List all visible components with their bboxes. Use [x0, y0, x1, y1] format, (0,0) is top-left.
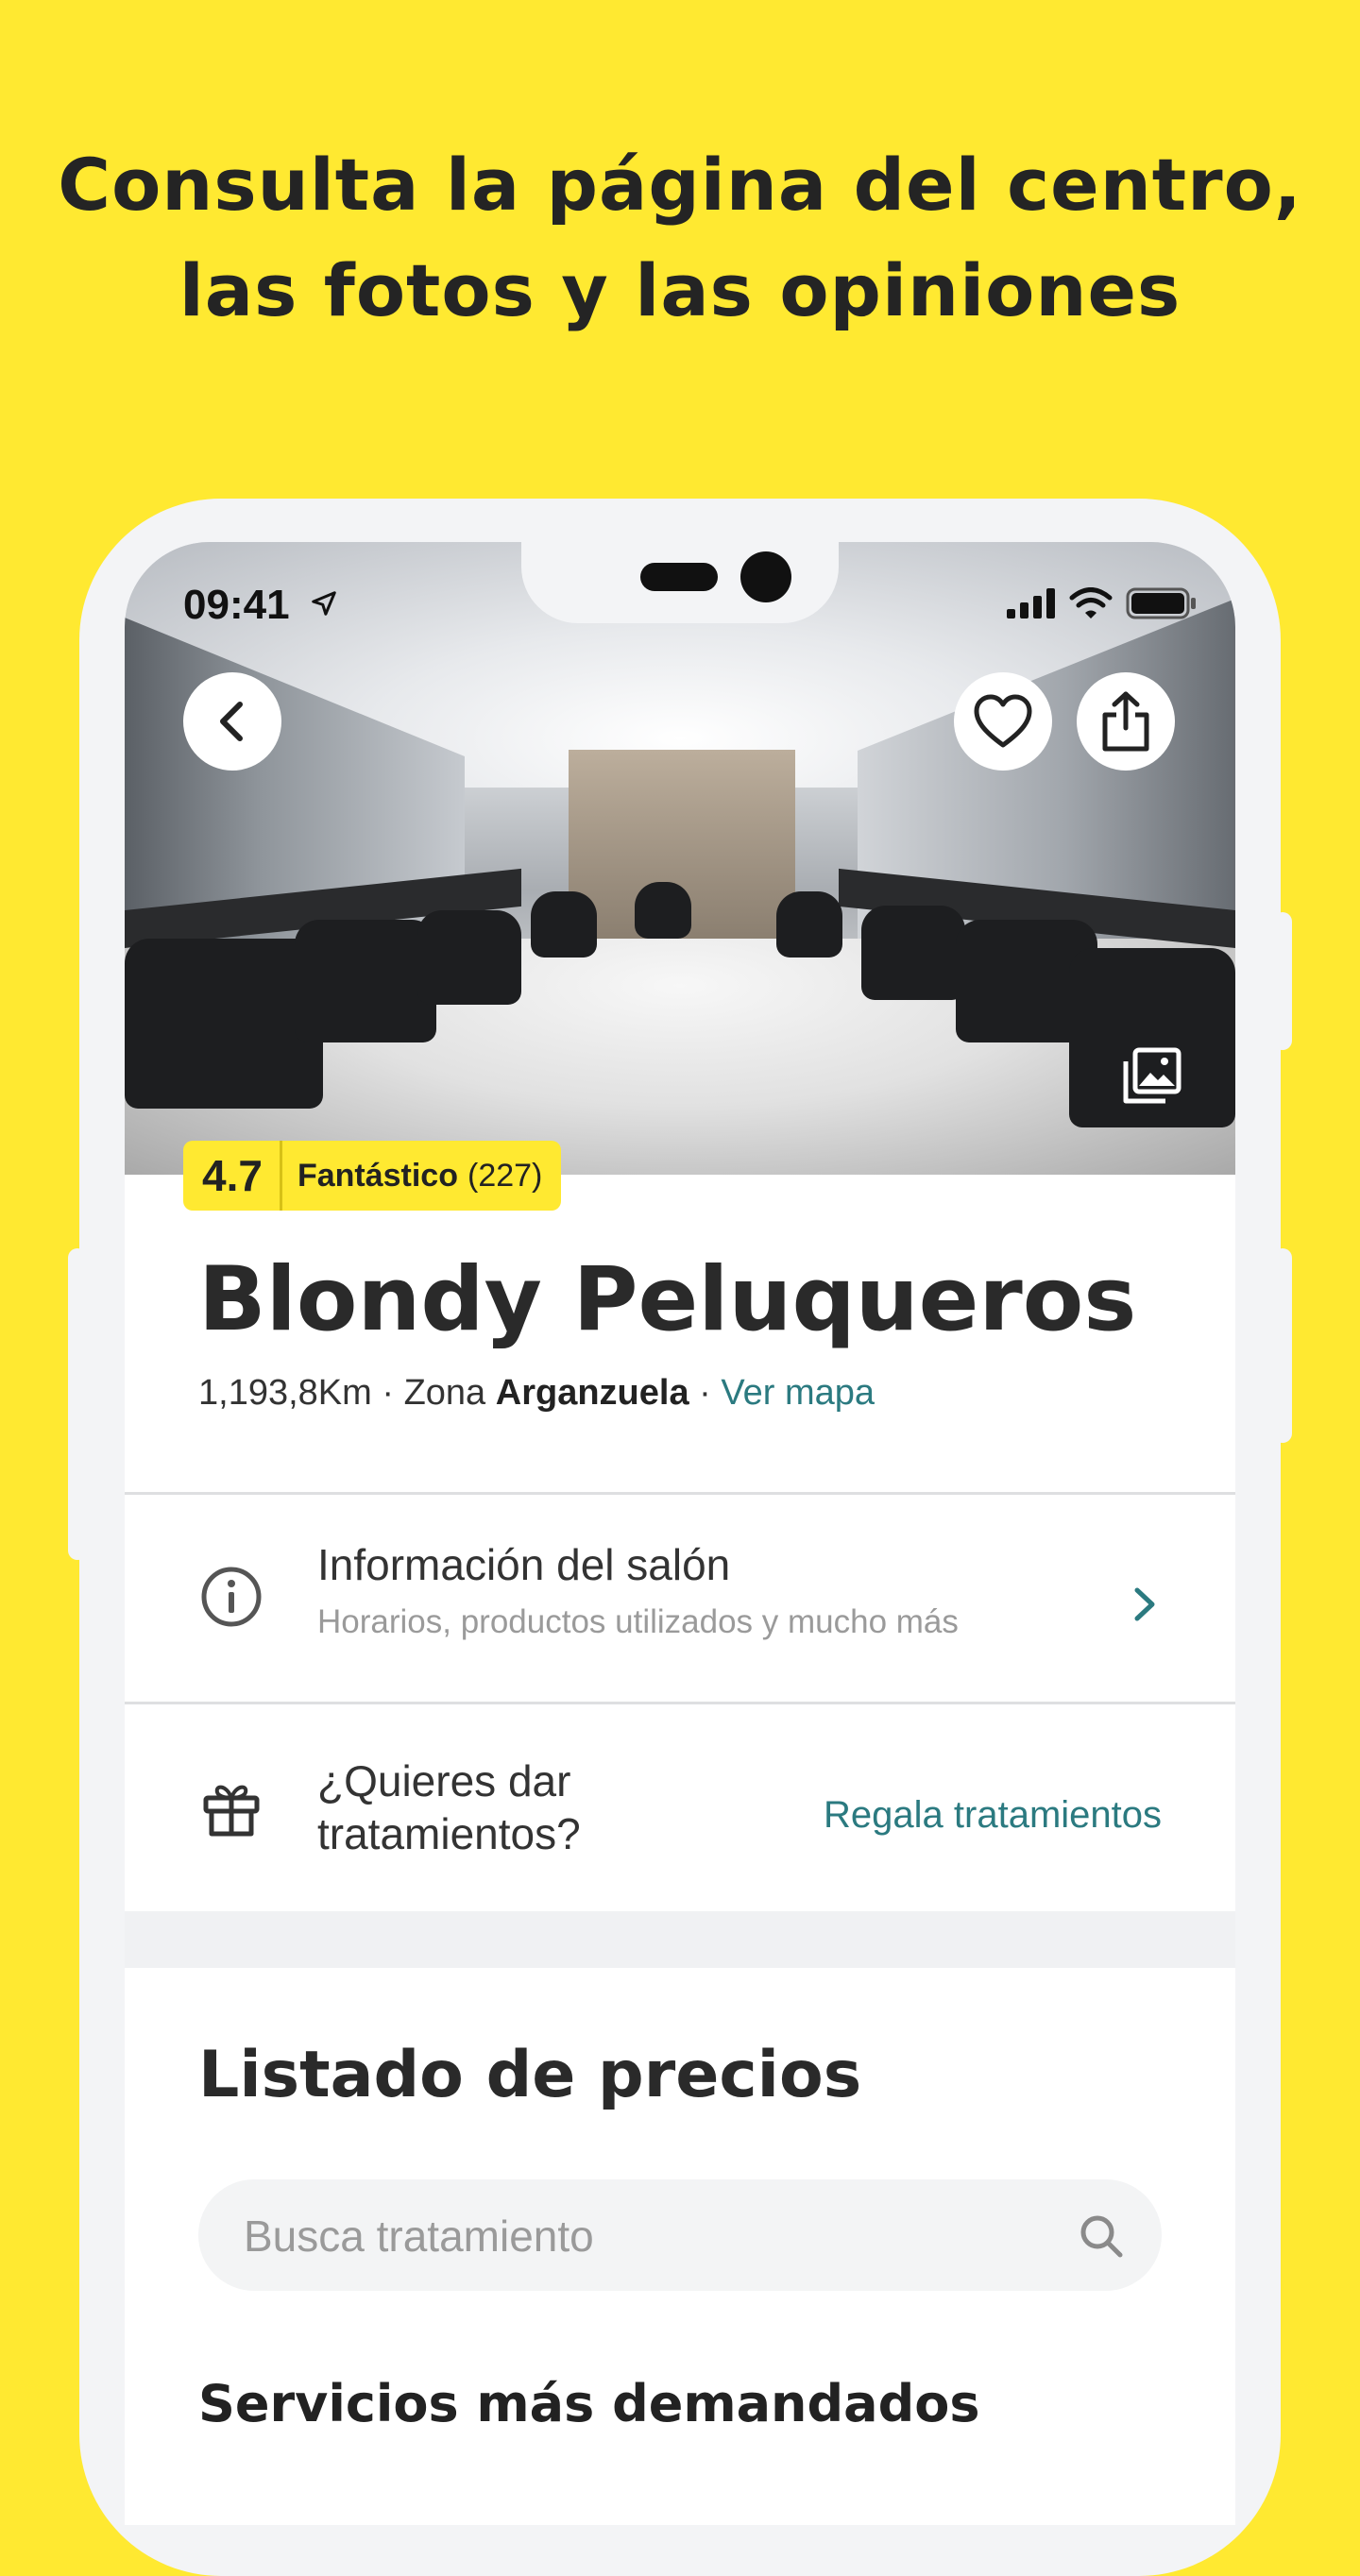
search-icon[interactable]: [1079, 2213, 1124, 2259]
chevron-right-icon[interactable]: [1128, 1581, 1162, 1628]
phone-screen: 09:41 4.7 Fantástico (227) Blondy Peluqu…: [125, 542, 1235, 2525]
gift-question: ¿Quieres dar tratamientos?: [317, 1756, 581, 1858]
heart-icon: [974, 694, 1032, 748]
meta-separator: ·: [382, 1373, 404, 1413]
salon-location-meta: 1,193,8Km · Zona Arganzuela · Ver mapa: [198, 1373, 875, 1414]
battery-icon: [1126, 587, 1196, 619]
rating-badge[interactable]: 4.7 Fantástico (227): [183, 1141, 562, 1211]
share-button[interactable]: [1077, 672, 1175, 771]
share-icon: [1102, 691, 1149, 752]
salon-info-subtitle: Horarios, productos utilizados y mucho m…: [317, 1603, 959, 1640]
photo-gallery-icon[interactable]: [1118, 1042, 1184, 1109]
price-list-title: Listado de precios: [198, 2038, 862, 2112]
photo-chair: [776, 891, 842, 958]
location-arrow-icon: [312, 591, 336, 616]
meta-separator: ·: [699, 1373, 722, 1413]
chevron-left-icon: [220, 702, 243, 741]
salon-info-title[interactable]: Información del salón: [317, 1539, 730, 1590]
gift-treatments-link[interactable]: Regala tratamientos: [824, 1794, 1162, 1837]
rating-label-group: Fantástico (227): [282, 1141, 561, 1211]
gift-icon: [203, 1785, 260, 1837]
salon-distance: 1,193,8Km: [198, 1373, 372, 1413]
signal-icon: [1007, 588, 1055, 619]
rating-label: Fantástico: [297, 1157, 458, 1194]
headline-line-1: Consulta la página del centro,: [58, 143, 1302, 227]
zone-prefix: Zona: [403, 1373, 486, 1413]
photo-chair: [125, 939, 323, 1109]
notch-speaker: [640, 563, 718, 591]
favorite-button[interactable]: [954, 672, 1052, 771]
promo-headline: Consulta la página del centro, las fotos…: [0, 132, 1360, 344]
status-indicators: [1007, 587, 1198, 619]
photo-chair: [295, 920, 436, 1042]
salon-photo[interactable]: 09:41: [125, 542, 1235, 1175]
popular-services-title: Servicios más demandados: [198, 2374, 980, 2433]
photo-chair: [417, 910, 521, 1005]
salon-name: Blondy Peluqueros: [198, 1248, 1137, 1351]
review-count: (227): [468, 1157, 543, 1194]
section-spacer: [125, 1911, 1235, 1968]
rating-score: 4.7: [183, 1141, 282, 1211]
treatment-search[interactable]: [198, 2179, 1162, 2293]
treatment-search-input[interactable]: [242, 2179, 1058, 2293]
zone-name: Arganzuela: [495, 1373, 689, 1413]
info-circle-icon: [201, 1567, 262, 1627]
phone-notch: [521, 542, 839, 623]
photo-chair: [635, 882, 691, 939]
view-map-link[interactable]: Ver mapa: [721, 1373, 875, 1413]
divider: [125, 1492, 1235, 1495]
headline-line-2: las fotos y las opiniones: [178, 248, 1182, 332]
status-time: 09:41: [183, 582, 290, 628]
back-button[interactable]: [183, 672, 281, 771]
wifi-icon: [1069, 587, 1113, 619]
photo-chair: [531, 891, 597, 958]
divider: [125, 1702, 1235, 1704]
photo-chair: [861, 906, 965, 1000]
notch-camera: [740, 551, 791, 602]
